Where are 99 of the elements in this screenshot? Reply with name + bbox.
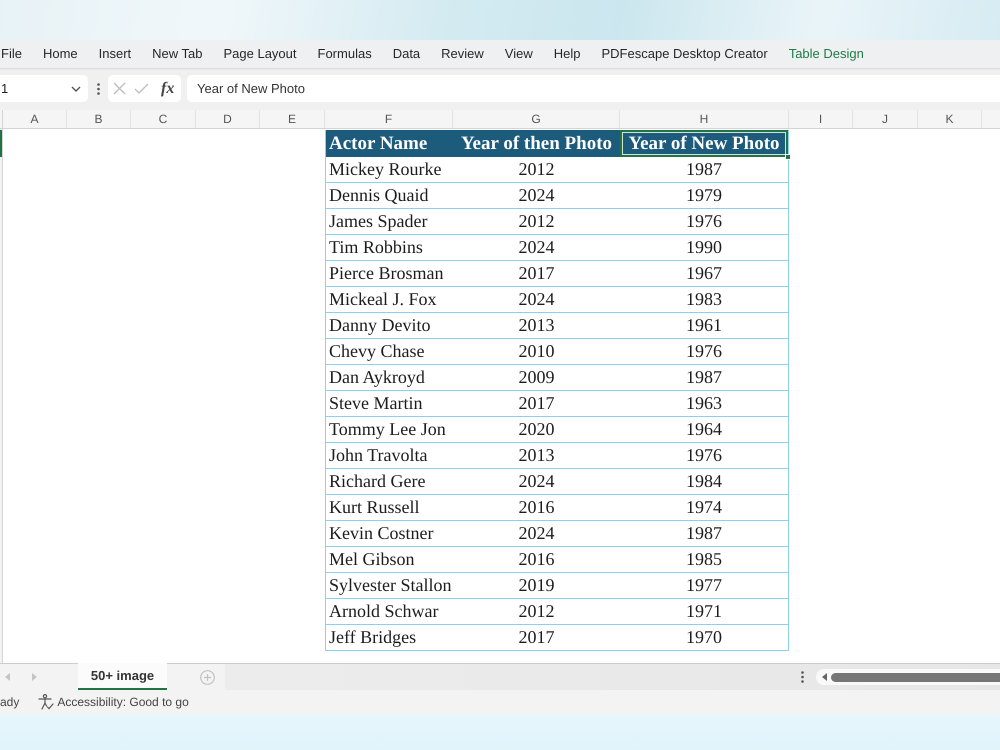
formula-input[interactable]: Year of New Photo bbox=[187, 75, 1000, 102]
horizontal-scrollbar[interactable] bbox=[816, 669, 1000, 685]
table-cell: 2019 bbox=[453, 573, 620, 599]
table-header-cell[interactable]: Year of then Photo bbox=[453, 130, 620, 157]
accessibility-icon[interactable] bbox=[38, 694, 54, 710]
table-cell: 1987 bbox=[620, 365, 788, 391]
insert-function-button[interactable]: fx bbox=[161, 80, 174, 98]
column-header[interactable]: F bbox=[325, 110, 453, 128]
table-cell: Steve Martin bbox=[326, 391, 453, 417]
sheet-tab[interactable]: 50+ image bbox=[78, 663, 167, 690]
table-cell: Mel Gibson bbox=[326, 547, 453, 573]
table-cell: Tommy Lee Jon bbox=[326, 417, 453, 443]
column-header[interactable]: J bbox=[853, 110, 918, 128]
more-options-icon[interactable] bbox=[801, 671, 804, 683]
table-cell: 2024 bbox=[453, 521, 620, 547]
check-icon[interactable] bbox=[134, 83, 149, 94]
ribbon-tab[interactable]: Insert bbox=[98, 45, 132, 63]
ribbon-tab[interactable]: Formulas bbox=[318, 45, 372, 63]
table-cell: 1964 bbox=[620, 417, 788, 443]
table-cell: 2017 bbox=[453, 261, 620, 287]
column-header[interactable]: G bbox=[453, 110, 620, 128]
table-cell: James Spader bbox=[326, 209, 453, 235]
table-cell: 2017 bbox=[453, 625, 620, 651]
ribbon-tab[interactable]: Home bbox=[42, 45, 78, 63]
table-cell: 1976 bbox=[620, 209, 788, 235]
column-header[interactable]: E bbox=[260, 110, 325, 128]
table-cell: 2012 bbox=[453, 209, 620, 235]
table-cell: 1985 bbox=[620, 547, 788, 573]
table-cell: John Travolta bbox=[326, 443, 453, 469]
table-cell: Arnold Schwar bbox=[326, 599, 453, 625]
table-cell: 1987 bbox=[620, 521, 788, 547]
table-cell: 2024 bbox=[453, 183, 620, 209]
table-cell: 2020 bbox=[453, 417, 620, 443]
table-cell: Chevy Chase bbox=[326, 339, 453, 365]
chevron-down-icon[interactable] bbox=[71, 86, 81, 92]
table-cell: Sylvester Stallon bbox=[326, 573, 453, 599]
table-cell: 2013 bbox=[453, 443, 620, 469]
table-cell: 1967 bbox=[620, 261, 788, 287]
table-cell: 1976 bbox=[620, 339, 788, 365]
table-cell: Jeff Bridges bbox=[326, 625, 453, 651]
name-box[interactable]: 1 bbox=[0, 75, 88, 102]
table-cell: Dan Aykroyd bbox=[326, 365, 453, 391]
fill-handle[interactable] bbox=[785, 154, 791, 160]
table-cell: Tim Robbins bbox=[326, 235, 453, 261]
active-row-marker bbox=[0, 130, 2, 157]
more-options-icon[interactable] bbox=[96, 82, 100, 94]
table-cell: Mickey Rourke bbox=[326, 157, 453, 183]
accessibility-status[interactable]: Accessibility: Good to go bbox=[57, 695, 189, 709]
table-cell: Richard Gere bbox=[326, 469, 453, 495]
table-cell: 1983 bbox=[620, 287, 788, 313]
table-cell: Danny Devito bbox=[326, 313, 453, 339]
table-cell: 1977 bbox=[620, 573, 788, 599]
table-cell: 2016 bbox=[453, 495, 620, 521]
column-header[interactable]: B bbox=[67, 110, 131, 128]
table-cell: Dennis Quaid bbox=[326, 183, 453, 209]
table-header-cell[interactable]: Year of New Photo bbox=[620, 130, 788, 157]
ribbon-tab[interactable]: Table Design bbox=[788, 45, 864, 63]
table-cell: 1974 bbox=[620, 495, 788, 521]
ribbon-tab[interactable]: New Tab bbox=[152, 45, 202, 63]
ribbon-tab[interactable]: Review bbox=[441, 45, 484, 63]
table-cell: Kurt Russell bbox=[326, 495, 453, 521]
ribbon-tab[interactable]: PDFescape Desktop Creator bbox=[602, 45, 768, 63]
table-cell: 2017 bbox=[453, 391, 620, 417]
table-cell: 1990 bbox=[620, 235, 788, 261]
table-cell: 2012 bbox=[453, 157, 620, 183]
ribbon-tab[interactable]: Page Layout bbox=[224, 45, 297, 63]
table-cell: 2024 bbox=[453, 287, 620, 313]
ribbon-tab[interactable]: File bbox=[1, 45, 22, 63]
ribbon-tab[interactable]: Help bbox=[554, 45, 580, 63]
table-cell: 1976 bbox=[620, 443, 788, 469]
status-mode-text: ady bbox=[0, 695, 20, 709]
table-cell: 1963 bbox=[620, 391, 788, 417]
ribbon-tab[interactable]: View bbox=[504, 45, 533, 63]
column-header[interactable]: C bbox=[131, 110, 196, 128]
ribbon-tab[interactable]: Data bbox=[392, 45, 420, 63]
table-cell: 2016 bbox=[453, 547, 620, 573]
table-cell: 2009 bbox=[453, 365, 620, 391]
table-cell: 2012 bbox=[453, 599, 620, 625]
table-header-cell[interactable]: Actor Name bbox=[326, 130, 453, 157]
table-cell: 2010 bbox=[453, 339, 620, 365]
table-cell: Mickeal J. Fox bbox=[326, 287, 453, 313]
table-cell: 1971 bbox=[620, 599, 788, 625]
table-cell: 1987 bbox=[620, 157, 788, 183]
column-header[interactable]: D bbox=[196, 110, 260, 128]
column-header[interactable]: H bbox=[620, 110, 789, 128]
table-cell: 2024 bbox=[453, 235, 620, 261]
column-header[interactable]: K bbox=[918, 110, 982, 128]
table-cell: 2024 bbox=[453, 469, 620, 495]
table-cell: 1970 bbox=[620, 625, 788, 651]
caret-left-icon[interactable] bbox=[822, 673, 827, 681]
column-header[interactable]: A bbox=[3, 110, 67, 128]
table-cell: 1979 bbox=[620, 183, 788, 209]
table-cell: Pierce Brosman bbox=[326, 261, 453, 287]
column-header[interactable]: I bbox=[789, 110, 853, 128]
table-cell: 2013 bbox=[453, 313, 620, 339]
scrollbar-thumb[interactable] bbox=[831, 672, 1000, 682]
table-cell: 1984 bbox=[620, 469, 788, 495]
table-cell: Kevin Costner bbox=[326, 521, 453, 547]
table-cell: 1961 bbox=[620, 313, 788, 339]
